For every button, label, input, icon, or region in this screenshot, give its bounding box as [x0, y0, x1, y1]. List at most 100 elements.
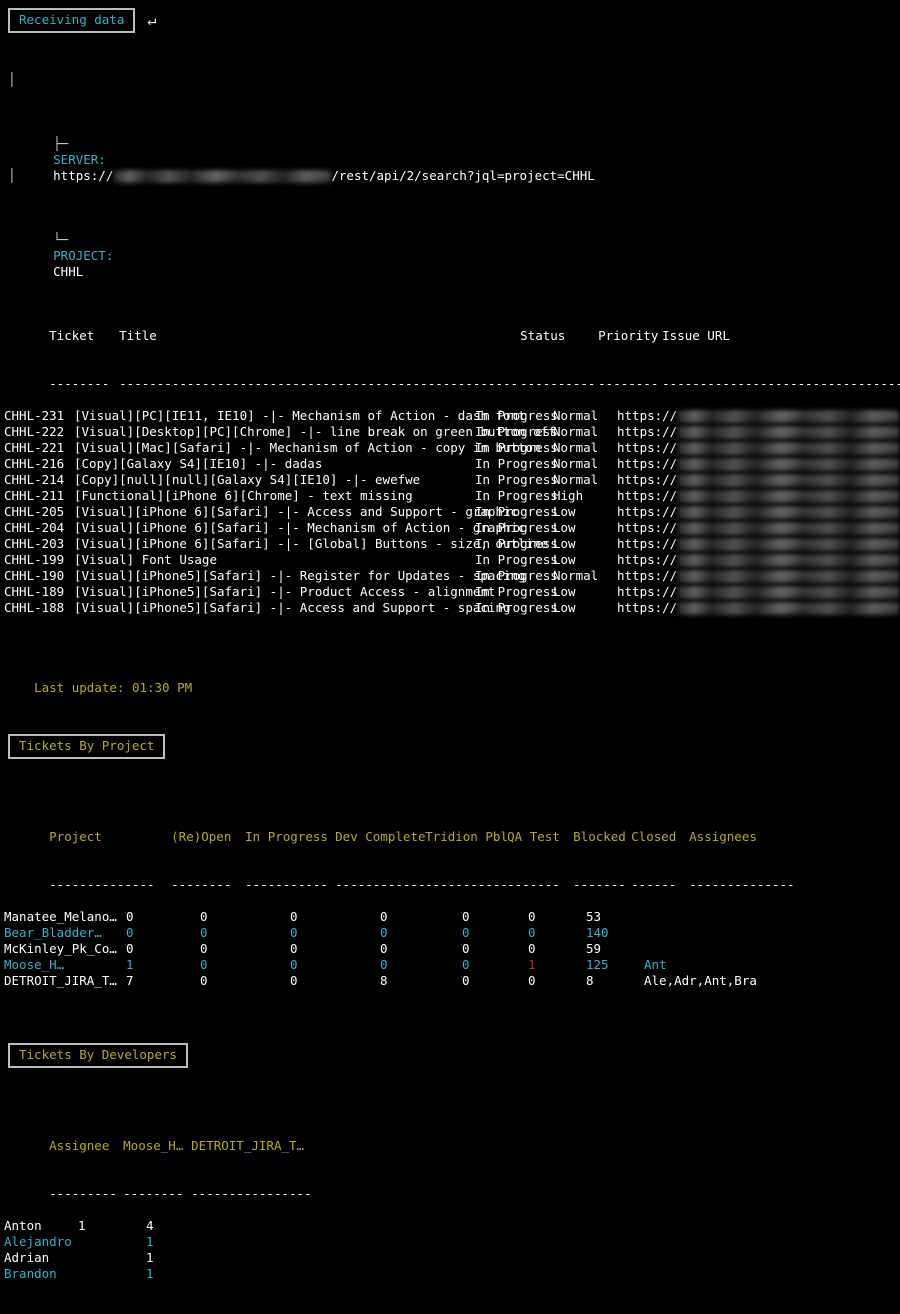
- cell-status: In Progress: [475, 440, 558, 455]
- cell-closed: 53: [586, 909, 602, 924]
- cell-title: [Visual][iPhone5][Safari] -|- Access and…: [74, 600, 511, 615]
- cell-ticket: CHHL-188: [4, 600, 65, 615]
- cell-dev-complete: 0: [290, 973, 298, 988]
- table-row[interactable]: CHHL-190 [Visual][iPhone5][Safari] -|- Re…: [4, 568, 900, 584]
- cell-ticket: CHHL-203: [4, 536, 65, 551]
- rule-blocked: -------: [573, 877, 626, 892]
- table-row[interactable]: Moose_H… 1 0 0 0 0 1 125 Ant: [4, 957, 900, 973]
- project-value: CHHL: [53, 264, 84, 279]
- table-row[interactable]: CHHL-203 [Visual][iPhone 6][Safari] -|- […: [4, 536, 900, 552]
- cell-closed: 59: [586, 941, 602, 956]
- cell-blocked: 0: [528, 909, 536, 924]
- cell-in-progress: 0: [200, 925, 208, 940]
- col-header-dev-complete: Dev Complete: [335, 829, 426, 844]
- table-row[interactable]: CHHL-216 [Copy][Galaxy S4][IE10] -|- dada…: [4, 456, 900, 472]
- cell-issue-url[interactable]: https:///browse/CHHL-216: [617, 456, 900, 472]
- cell-status: In Progress: [475, 472, 558, 487]
- cell-closed: 140: [586, 925, 609, 940]
- cell-issue-url[interactable]: https:///browse/CHHL-222: [617, 424, 900, 440]
- cell-tridion-pbl: 0: [380, 909, 388, 924]
- cell-title: [Functional][iPhone 6][Chrome] - text mi…: [74, 488, 413, 503]
- table-row[interactable]: CHHL-214 [Copy][null][null][Galaxy S4][IE…: [4, 472, 900, 488]
- table-row[interactable]: Bear_Bladder… 0 0 0 0 0 0 140: [4, 925, 900, 941]
- table-row[interactable]: Manatee_Melano… 0 0 0 0 0 0 53: [4, 909, 900, 925]
- col-header-moose: Moose_H…: [123, 1138, 184, 1153]
- rule-priority: --------: [598, 376, 659, 391]
- col-header-in-progress: In Progress: [245, 829, 328, 844]
- issue-url-host-redaction: [677, 522, 900, 535]
- tickets-table-rule: -------- --------------------------------…: [4, 360, 900, 391]
- table-row[interactable]: CHHL-231 [Visual][PC][IE11, IE10] -|- Mec…: [4, 408, 900, 424]
- cell-in-progress: 0: [200, 957, 208, 972]
- table-row[interactable]: DETROIT_JIRA_T… 7 0 0 8 0 0 8 Ale,Adr,Ant,Bra: [4, 973, 900, 989]
- cell-status: In Progress: [475, 488, 558, 503]
- cell-in-progress: 0: [200, 973, 208, 988]
- cell-issue-url[interactable]: https:///browse/CHHL-188: [617, 600, 900, 616]
- terminal-screen: Receiving data ↵ │ ├─ SERVER: https:///r…: [0, 0, 900, 1281]
- rule-assignees: --------------: [689, 877, 795, 892]
- cell-title: [Visual][Mac][Safari] -|- Mechanism of A…: [74, 440, 541, 455]
- table-row[interactable]: CHHL-205 [Visual][iPhone 6][Safari] -|- A…: [4, 504, 900, 520]
- cell-project: Bear_Bladder…: [4, 925, 102, 940]
- table-row[interactable]: CHHL-204 [Visual][iPhone 6][Safari] -|- M…: [4, 520, 900, 536]
- issue-url-host-redaction: [677, 506, 900, 519]
- cell-dev-complete: 0: [290, 957, 298, 972]
- cell-issue-url[interactable]: https:///browse/CHHL-190: [617, 568, 900, 584]
- cell-assignees: Ale,Adr,Ant,Bra: [644, 973, 757, 988]
- table-row[interactable]: Anton 1 4: [4, 1218, 900, 1234]
- table-row[interactable]: CHHL-211 [Functional][iPhone 6][Chrome] -…: [4, 488, 900, 504]
- cell-ticket: CHHL-189: [4, 584, 65, 599]
- tree-corner-icon: └─: [53, 232, 69, 247]
- cell-issue-url[interactable]: https:///browse/CHHL-189: [617, 584, 900, 600]
- issue-url-host-redaction: [677, 490, 900, 503]
- cell-issue-url[interactable]: https:///browse/CHHL-221: [617, 440, 900, 456]
- cell-assignee: Alejandro: [4, 1234, 72, 1249]
- cell-issue-url[interactable]: https:///browse/CHHL-211: [617, 488, 900, 504]
- rule-tridion-pbl: -----------: [425, 877, 508, 892]
- developers-table: Assignee Moose_H… DETROIT_JIRA_T… --------…: [0, 1090, 900, 1314]
- table-row[interactable]: McKinley_Pk_Co… 0 0 0 0 0 0 59: [4, 941, 900, 957]
- cell-ticket: CHHL-221: [4, 440, 65, 455]
- cell-ticket: CHHL-216: [4, 456, 65, 471]
- cell-qa-test: 0: [462, 957, 470, 972]
- cell-qa-test: 0: [462, 909, 470, 924]
- cell-detroit-count: 1: [146, 1266, 154, 1281]
- table-row[interactable]: CHHL-221 [Visual][Mac][Safari] -|- Mechan…: [4, 440, 900, 456]
- issue-url-prefix: https://: [617, 456, 678, 471]
- table-row[interactable]: Brandon 1: [4, 1266, 900, 1282]
- rule-reopen: --------: [171, 877, 232, 892]
- project-label: PROJECT:: [53, 248, 114, 263]
- cell-closed: 125: [586, 957, 609, 972]
- projects-rows-container: Manatee_Melano… 0 0 0 0 0 0 53 Bear_Bladder… 0 0 0 0…: [4, 909, 900, 989]
- cell-tridion-pbl: 0: [380, 957, 388, 972]
- cell-project: Manatee_Melano…: [4, 909, 117, 924]
- table-row[interactable]: Alejandro 1: [4, 1234, 900, 1250]
- table-row[interactable]: CHHL-199 [Visual] Font Usage In ProgressLo…: [4, 552, 900, 568]
- cell-ticket: CHHL-231: [4, 408, 65, 423]
- cell-dev-complete: 0: [290, 909, 298, 924]
- developers-table-rule: --------- -------- ----------------: [4, 1170, 900, 1201]
- cell-issue-url[interactable]: https:///browse/CHHL-203: [617, 536, 900, 552]
- table-row[interactable]: Adrian 1: [4, 1250, 900, 1266]
- cell-priority: Normal: [553, 408, 599, 423]
- cell-issue-url[interactable]: https:///browse/CHHL-205: [617, 504, 900, 520]
- cell-priority: Low: [553, 504, 576, 519]
- col-header-priority: Priority: [598, 328, 659, 343]
- cell-title: [Copy][Galaxy S4][IE10] -|- dadas: [74, 456, 323, 471]
- table-row[interactable]: CHHL-222 [Visual][Desktop][PC][Chrome] -|…: [4, 424, 900, 440]
- table-row[interactable]: CHHL-189 [Visual][iPhone5][Safari] -|- Pr…: [4, 584, 900, 600]
- enter-arrow-icon: ↵: [147, 10, 157, 29]
- cell-issue-url[interactable]: https:///browse/CHHL-199: [617, 552, 900, 568]
- rule-moose: --------: [123, 1186, 184, 1201]
- cell-issue-url[interactable]: https:///browse/CHHL-204: [617, 520, 900, 536]
- cell-issue-url[interactable]: https:///browse/CHHL-231: [617, 408, 900, 424]
- tree-branch-icon: ├─: [53, 136, 69, 151]
- cell-issue-url[interactable]: https:///browse/CHHL-214: [617, 472, 900, 488]
- issue-url-prefix: https://: [617, 552, 678, 567]
- col-header-ticket: Ticket: [49, 328, 95, 343]
- rule-assignee: ---------: [49, 1186, 117, 1201]
- last-update-line: Last update: 01:30 PM: [0, 664, 900, 712]
- table-row[interactable]: CHHL-188 [Visual][iPhone5][Safari] -|- Ac…: [4, 600, 900, 616]
- issue-url-prefix: https://: [617, 600, 678, 615]
- cell-project: McKinley_Pk_Co…: [4, 941, 117, 956]
